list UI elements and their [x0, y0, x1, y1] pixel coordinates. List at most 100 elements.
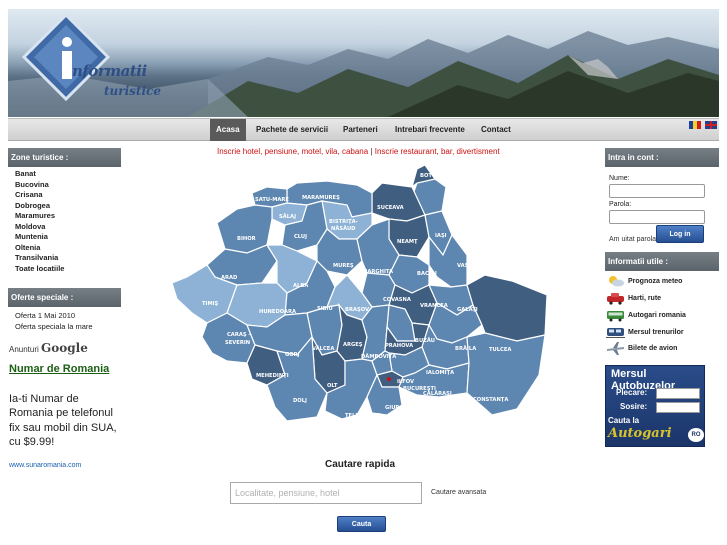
- bus-search-label: Cauta la: [608, 416, 640, 425]
- map-label: DOLJ: [293, 398, 307, 404]
- map-label: BOTOŞANI: [420, 173, 450, 179]
- map-label: IALOMIŢA: [426, 370, 454, 376]
- nav-contact[interactable]: Contact: [475, 119, 517, 141]
- password-label: Parola:: [609, 201, 632, 208]
- map-label: GIURGIU: [385, 405, 410, 411]
- nav-intrebari-frecvente[interactable]: Intrebari frecvente: [389, 119, 471, 141]
- map-label: CĂLĂRAŞI: [423, 390, 452, 397]
- search-input[interactable]: [230, 482, 422, 504]
- departure-label: Plecare:: [616, 388, 648, 397]
- map-label: NEAMŢ: [397, 239, 418, 245]
- map-label: SUCEAVA: [377, 205, 404, 211]
- password-field[interactable]: [609, 210, 705, 224]
- romania-flag-icon[interactable]: [688, 121, 701, 129]
- map-label: OLT: [327, 383, 338, 389]
- map-label: TULCEA: [489, 347, 511, 353]
- map-label: BRAŞOV: [345, 307, 369, 313]
- forgot-password-link[interactable]: Am uitat parola: [609, 236, 656, 243]
- offer-link[interactable]: Oferta 1 Mai 2010: [15, 310, 93, 321]
- zone-link-oltenia[interactable]: Oltenia: [15, 243, 64, 254]
- map-label: GALAŢI: [457, 307, 478, 313]
- ads-header: Anunturi Google: [9, 341, 88, 355]
- map-label: MUREŞ: [333, 263, 354, 269]
- bucharest-marker-icon: [387, 377, 391, 381]
- map-label: SIBIU: [317, 306, 333, 312]
- util-label: Prognoza meteo: [628, 278, 683, 285]
- zone-link-all-locations[interactable]: Toate locatiile: [15, 264, 64, 275]
- ad-title-link[interactable]: Numar de Romania: [9, 362, 119, 377]
- header-banner: nformatii turistice: [8, 9, 719, 117]
- map-label: SEVERIN: [225, 340, 250, 346]
- map-label: MEHEDINŢI: [256, 373, 289, 379]
- map-label: VASLUI: [457, 263, 478, 269]
- util-label: Harti, rute: [628, 295, 662, 302]
- offers-title: Oferte speciale :: [8, 288, 121, 307]
- zone-link-dobrogea[interactable]: Dobrogea: [15, 201, 64, 212]
- map-label: CLUJ: [294, 234, 307, 240]
- login-title: Intra in cont :: [605, 148, 719, 167]
- map-label: BISTRIŢA-: [329, 219, 358, 225]
- map-label: PRAHOVA: [385, 343, 413, 349]
- departure-field[interactable]: [656, 388, 700, 399]
- map-label: NĂSĂUD: [331, 225, 356, 232]
- plane-icon: [607, 342, 624, 355]
- zone-link-bucovina[interactable]: Bucovina: [15, 180, 64, 191]
- zone-link-moldova[interactable]: Moldova: [15, 222, 64, 233]
- bus-icon: [607, 311, 624, 322]
- logo-text-line1: nformatii: [72, 62, 147, 80]
- map-label: MARAMUREŞ: [302, 195, 340, 201]
- map-label: VRANCEA: [420, 303, 448, 309]
- zone-link-muntenia[interactable]: Muntenia: [15, 232, 64, 243]
- username-field[interactable]: [609, 184, 705, 198]
- advanced-search-link[interactable]: Cautare avansata: [431, 489, 486, 496]
- language-selector: [687, 121, 717, 130]
- ads-label: Anunturi: [9, 345, 39, 354]
- map-region[interactable]: [466, 274, 548, 342]
- zone-link-transilvania[interactable]: Transilvania: [15, 253, 64, 264]
- register-restaurant-link[interactable]: Inscrie restaurant, bar, divertisment: [375, 147, 500, 156]
- zones-list: Banat Bucovina Crisana Dobrogea Maramure…: [15, 169, 64, 274]
- map-label: COVASNA: [383, 297, 411, 303]
- map-label: DÂMBOVIŢA: [361, 353, 396, 360]
- uk-flag-icon[interactable]: [705, 121, 717, 129]
- zones-title: Zone turistice :: [8, 148, 121, 167]
- map-label: CARAŞ -: [227, 332, 251, 338]
- zone-link-banat[interactable]: Banat: [15, 169, 64, 180]
- util-label: Bilete de avion: [628, 345, 678, 352]
- map-label: ARGEŞ: [343, 342, 363, 348]
- map-label: SĂLAJ: [279, 213, 296, 220]
- login-button[interactable]: Log in: [656, 225, 704, 243]
- google-logo[interactable]: Google: [41, 341, 88, 355]
- map-label: GORJ: [285, 352, 300, 358]
- register-hotel-link[interactable]: Inscrie hotel, pensiune, motel, vila, ca…: [217, 147, 368, 156]
- map-label: BUZĂU: [415, 337, 435, 344]
- map-label: ARAD: [221, 275, 238, 281]
- map-label: BIHOR: [237, 236, 256, 242]
- map-label: HARGHITA: [363, 269, 393, 275]
- nav-pachete-de-servicii[interactable]: Pachete de servicii: [250, 119, 334, 141]
- map-label: ILFOV: [397, 379, 414, 385]
- map-label: ALBA: [293, 283, 308, 289]
- map-label: IAŞI: [435, 233, 447, 239]
- ad-url-link[interactable]: www.sunaromania.com: [9, 462, 81, 469]
- offer-link[interactable]: Oferta speciala la mare: [15, 321, 93, 332]
- map-label: BACĂU: [417, 270, 437, 277]
- car-icon: [607, 293, 624, 305]
- nav-acasa[interactable]: Acasa: [210, 119, 246, 141]
- bus-schedule-widget[interactable]: Mersul Autobuzelor Plecare: Sosire: Caut…: [605, 365, 705, 447]
- arrival-field[interactable]: [656, 402, 700, 413]
- main-navigation: Acasa Pachete de servicii Parteneri Intr…: [8, 118, 719, 141]
- quick-search-title: Cautare rapida: [325, 459, 396, 470]
- ro-badge: RO: [688, 428, 704, 442]
- zone-link-maramures[interactable]: Maramures: [15, 211, 64, 222]
- logo-text-line2: turistice: [104, 84, 161, 98]
- map-label: CONSTANŢA: [473, 397, 508, 403]
- zone-link-crisana[interactable]: Crisana: [15, 190, 64, 201]
- romania-counties-map: BOTOŞANI SUCEAVA MARAMUREŞ SATU-MARE BIS…: [171, 165, 548, 422]
- search-button[interactable]: Cauta: [337, 516, 386, 532]
- train-icon: [606, 328, 625, 338]
- arrival-label: Sosire:: [620, 402, 648, 411]
- autogari-logo[interactable]: Autogari: [608, 426, 672, 441]
- nav-parteneri[interactable]: Parteneri: [337, 119, 384, 141]
- register-links: Inscrie hotel, pensiune, motel, vila, ca…: [217, 147, 500, 156]
